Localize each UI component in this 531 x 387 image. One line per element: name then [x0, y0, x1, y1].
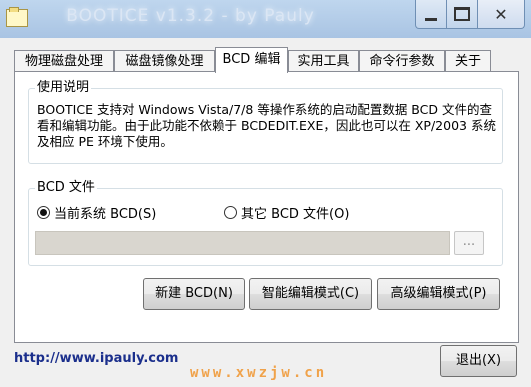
- bcd-tab-panel: 使用说明 BOOTICE 支持对 Windows Vista/7/8 等操作系统…: [14, 71, 519, 343]
- window-title: BOOTICE v1.3.2 - by Pauly: [66, 6, 315, 26]
- usage-group: 使用说明 BOOTICE 支持对 Windows Vista/7/8 等操作系统…: [28, 80, 503, 164]
- new-bcd-button[interactable]: 新建 BCD(N): [143, 278, 245, 310]
- tab-command-line[interactable]: 命令行参数: [359, 50, 445, 71]
- caption-buttons: ✕: [415, 0, 525, 30]
- radio-unchecked-icon: [224, 206, 237, 219]
- close-button[interactable]: ✕: [478, 0, 525, 29]
- usage-description: BOOTICE 支持对 Windows Vista/7/8 等操作系统的启动配置…: [37, 102, 496, 149]
- tab-bcd-edit[interactable]: BCD 编辑: [215, 47, 288, 73]
- bcd-file-group: BCD 文件 当前系统 BCD(S) 其它 BCD 文件(O) ...: [28, 180, 503, 266]
- maximize-button[interactable]: [447, 0, 478, 29]
- radio-other-label: 其它 BCD 文件(O): [241, 207, 350, 222]
- radio-checked-icon: [37, 206, 50, 219]
- title-bar[interactable]: BOOTICE v1.3.2 - by Pauly ✕: [0, 0, 531, 38]
- tab-physical-disk[interactable]: 物理磁盘处理: [14, 50, 114, 71]
- smart-edit-button[interactable]: 智能编辑模式(C): [249, 278, 372, 310]
- usage-heading: 使用说明: [35, 80, 92, 96]
- advanced-edit-button[interactable]: 高级编辑模式(P): [377, 278, 500, 310]
- website-link[interactable]: http://www.ipauly.com: [14, 351, 178, 366]
- maximize-icon: [454, 7, 470, 21]
- tab-disk-image[interactable]: 磁盘镜像处理: [114, 50, 215, 71]
- radio-other-bcd-file[interactable]: 其它 BCD 文件(O): [224, 203, 349, 222]
- bcd-file-heading: BCD 文件: [35, 180, 97, 196]
- browse-button[interactable]: ...: [454, 231, 484, 255]
- tab-about[interactable]: 关于: [445, 50, 491, 71]
- tab-utilities[interactable]: 实用工具: [288, 50, 359, 71]
- bcd-path-field[interactable]: [35, 231, 450, 255]
- radio-current-system-bcd[interactable]: 当前系统 BCD(S): [37, 203, 156, 222]
- bootice-window: BOOTICE v1.3.2 - by Pauly ✕ 物理磁盘处理 磁盘镜像处…: [0, 0, 531, 387]
- close-icon: ✕: [494, 4, 508, 24]
- exit-button[interactable]: 退出(X): [440, 345, 517, 377]
- minimize-icon: [425, 17, 437, 21]
- watermark-text: www.xwzjw.cn: [190, 365, 328, 381]
- minimize-button[interactable]: [415, 0, 447, 29]
- radio-current-label: 当前系统 BCD(S): [54, 207, 157, 222]
